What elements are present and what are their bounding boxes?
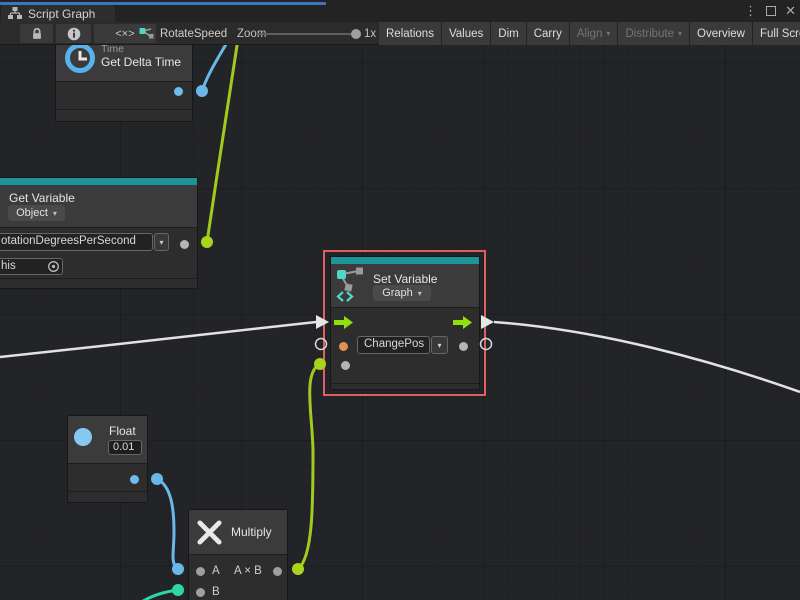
- variable-node-strip: [0, 178, 197, 185]
- wire-endpoint: [172, 563, 184, 575]
- node-get-delta-time[interactable]: Time Get Delta Time: [55, 45, 193, 122]
- code-view-icon: <×>: [115, 28, 134, 40]
- variable-input-port[interactable]: [339, 342, 348, 351]
- variable-scope-dropdown[interactable]: Object▾: [8, 205, 65, 221]
- input-b-label: B: [212, 586, 220, 598]
- output-port[interactable]: [273, 567, 282, 576]
- chevron-down-icon: ▾: [606, 29, 610, 38]
- object-picker-icon[interactable]: [47, 260, 60, 273]
- node-title: Get Delta Time: [101, 55, 181, 69]
- input-b-port[interactable]: [196, 588, 205, 597]
- flow-output-arrow[interactable]: [453, 316, 473, 329]
- value-input-port[interactable]: [341, 361, 350, 370]
- distribute-button[interactable]: Distribute▾: [618, 22, 689, 45]
- tab-script-graph[interactable]: Script Graph: [1, 5, 115, 22]
- graph-name: RotateSpeed: [160, 28, 227, 40]
- input-a-label: A: [212, 565, 220, 577]
- teal-wire[interactable]: [140, 590, 178, 600]
- variable-name-text: ChangePos: [364, 338, 424, 350]
- dim-button[interactable]: Dim: [491, 22, 525, 45]
- graph-canvas[interactable]: Time Get Delta Time Get Variable Object▾…: [0, 45, 800, 600]
- multiply-icon: [196, 519, 223, 546]
- info-icon: [67, 27, 81, 41]
- variable-value-output-port[interactable]: [459, 342, 468, 351]
- zoom-value: 1x: [364, 22, 376, 45]
- toolbar-buttons: Relations Values Dim Carry Align▾ Distri…: [379, 22, 800, 45]
- set-variable-icon: [336, 267, 366, 303]
- graph-toolbar: <×> RotateSpeed Zoom 1x Relations Values…: [0, 22, 800, 45]
- lock-icon: [30, 27, 44, 41]
- delta-time-wire[interactable]: [202, 45, 229, 91]
- wire-endpoint: [292, 563, 304, 575]
- variable-node-strip: [331, 257, 479, 264]
- wire-endpoint: [201, 236, 213, 248]
- window-controls: ⋮ ✕: [744, 2, 796, 20]
- node-title: Set Variable: [373, 272, 437, 286]
- variable-name-dropdown-button[interactable]: ▾: [154, 233, 169, 251]
- node-get-variable[interactable]: Get Variable Object▾ otationDegreesPerSe…: [0, 177, 198, 289]
- multiply-result-wire[interactable]: [298, 364, 320, 569]
- output-label: A × B: [234, 565, 262, 577]
- float-wire[interactable]: [157, 479, 178, 569]
- chevron-down-icon: ▾: [437, 341, 441, 350]
- lock-button[interactable]: [20, 24, 53, 43]
- relations-button[interactable]: Relations: [379, 22, 441, 45]
- wire-endpoint: [172, 584, 184, 596]
- carry-button[interactable]: Carry: [527, 22, 569, 45]
- zoom-slider[interactable]: [258, 33, 352, 35]
- node-set-variable[interactable]: Set Variable Graph▾ ChangePos ▾: [330, 256, 480, 390]
- float-value-text: 0.01: [113, 441, 134, 453]
- variable-value-output-port[interactable]: [180, 240, 189, 249]
- node-title: Multiply: [231, 525, 272, 539]
- node-multiply[interactable]: Multiply A A × B B: [188, 509, 288, 600]
- graph-node-icon: [139, 27, 154, 40]
- close-icon[interactable]: ✕: [785, 2, 796, 20]
- unity-script-graph-window: Script Graph ⋮ ✕ <×>: [0, 0, 800, 600]
- info-button[interactable]: [56, 24, 91, 43]
- get-variable-wire[interactable]: [207, 45, 238, 242]
- clock-icon: [63, 45, 97, 75]
- menu-icon[interactable]: ⋮: [744, 2, 757, 20]
- variable-scope-dropdown[interactable]: Graph▾: [373, 285, 431, 301]
- node-title: Get Variable: [9, 191, 75, 205]
- flow-wire-right[interactable]: [494, 322, 800, 392]
- tab-title: Script Graph: [28, 7, 95, 21]
- tab-bar: Script Graph ⋮ ✕: [0, 0, 800, 22]
- graph-breadcrumb[interactable]: RotateSpeed: [139, 22, 227, 45]
- overview-button[interactable]: Overview: [690, 22, 752, 45]
- chevron-down-icon: ▾: [159, 238, 163, 247]
- node-float[interactable]: Float 0.01: [67, 415, 148, 503]
- variable-name-dropdown-button[interactable]: ▾: [431, 336, 448, 354]
- full-screen-button[interactable]: Full Screen: [753, 22, 800, 45]
- variable-name-text: otationDegreesPerSecond: [1, 235, 136, 247]
- values-button[interactable]: Values: [442, 22, 490, 45]
- chevron-down-icon: ▾: [53, 209, 57, 218]
- delta-time-output-port[interactable]: [174, 87, 183, 96]
- float-output-port[interactable]: [130, 475, 139, 484]
- node-category: Time: [101, 45, 124, 55]
- input-a-port[interactable]: [196, 567, 205, 576]
- wire-endpoint: [151, 473, 163, 485]
- align-button[interactable]: Align▾: [570, 22, 618, 45]
- maximize-icon[interactable]: [766, 6, 776, 16]
- node-title: Float: [109, 424, 136, 438]
- script-graph-icon: [8, 7, 22, 20]
- wire-endpoint: [196, 85, 208, 97]
- target-object-text: his: [1, 260, 16, 272]
- chevron-down-icon: ▾: [418, 289, 422, 298]
- zoom-slider-handle[interactable]: [351, 29, 361, 39]
- float-icon: [74, 428, 92, 446]
- flow-wire-left[interactable]: [0, 322, 316, 357]
- flow-input-arrow[interactable]: [334, 316, 354, 329]
- chevron-down-icon: ▾: [678, 29, 682, 38]
